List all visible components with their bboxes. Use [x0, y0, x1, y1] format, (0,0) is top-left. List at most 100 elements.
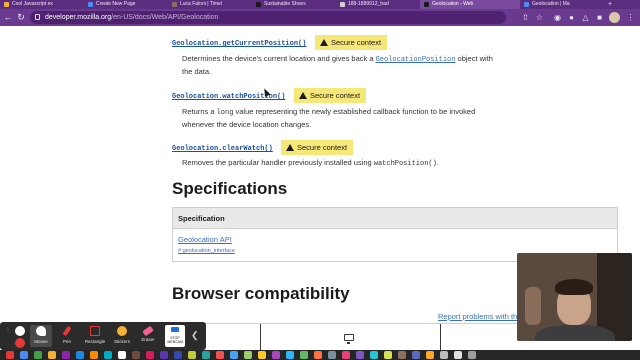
code-long: long	[216, 109, 234, 117]
dock-app-icon[interactable]	[202, 351, 210, 359]
dock-app-icon[interactable]	[146, 351, 154, 359]
desktop-icon	[344, 334, 354, 344]
webcam-person	[555, 279, 593, 295]
webcam-person	[535, 325, 615, 341]
dock-trash-icon[interactable]	[468, 351, 476, 359]
bookmark-star-icon[interactable]: ☆	[534, 12, 545, 23]
share-icon[interactable]: ⇧	[520, 12, 531, 23]
tool-stickers[interactable]: Stickers	[110, 325, 134, 347]
tab-favicon-icon	[524, 2, 529, 7]
dock-app-icon[interactable]	[328, 351, 336, 359]
method-link-clear-watch[interactable]: Geolocation.clearWatch()	[172, 145, 273, 153]
method-link-get-current-position[interactable]: Geolocation.getCurrentPosition()	[172, 40, 306, 48]
extension-icon[interactable]: ■	[594, 12, 605, 23]
dock-app-icon[interactable]	[412, 351, 420, 359]
secure-context-badge: Secure context	[281, 140, 354, 155]
new-tab-plus-icon[interactable]: +	[604, 0, 616, 9]
pen-icon	[62, 325, 72, 337]
dock	[0, 350, 640, 360]
rectangle-icon	[90, 326, 100, 336]
report-problems-link[interactable]: Report problems with this	[438, 312, 523, 321]
dock-app-icon[interactable]	[398, 351, 406, 359]
collapse-chevron-icon[interactable]: ❮	[191, 330, 199, 341]
method-description: Removes the particular handler previousl…	[182, 158, 439, 168]
browser-tab-strip: Cool Javascript ex Create New Page Luca …	[0, 0, 640, 9]
webcam-icon	[171, 327, 179, 332]
tab-favicon-icon	[256, 2, 261, 7]
method-description: Determines the device's current location…	[182, 54, 493, 76]
dock-app-icon[interactable]	[300, 351, 308, 359]
dock-app-icon[interactable]	[454, 351, 462, 359]
dock-app-icon[interactable]	[370, 351, 378, 359]
extension-icon[interactable]: △	[580, 12, 591, 23]
tab-favicon-icon	[172, 2, 177, 7]
secure-context-badge: Secure context	[294, 88, 367, 103]
sticker-smiley-icon	[117, 326, 127, 336]
dock-app-icon[interactable]	[244, 351, 252, 359]
extension-icon[interactable]: ◉	[552, 12, 563, 23]
dock-app-icon[interactable]	[314, 351, 322, 359]
stop-webcam-button[interactable]: STOP WEBCAM	[165, 325, 185, 347]
dock-app-icon[interactable]	[286, 351, 294, 359]
lock-icon	[35, 14, 40, 20]
dock-app-icon[interactable]	[20, 351, 28, 359]
address-url: developer.mozilla.org/en-US/docs/Web/API…	[45, 14, 219, 21]
address-bar[interactable]: developer.mozilla.org/en-US/docs/Web/API…	[30, 11, 506, 24]
dock-app-icon[interactable]	[6, 351, 14, 359]
dock-app-icon[interactable]	[272, 351, 280, 359]
pause-icon[interactable]	[15, 326, 25, 336]
table-column-header: Specification	[173, 208, 617, 229]
tool-pen[interactable]: Pen	[56, 325, 78, 347]
dock-app-icon[interactable]	[62, 351, 70, 359]
mouse-pointer-icon	[36, 326, 46, 336]
dock-app-icon[interactable]	[440, 351, 448, 359]
tab-favicon-icon	[340, 2, 345, 7]
dock-app-icon[interactable]	[356, 351, 364, 359]
dock-app-icon[interactable]	[188, 351, 196, 359]
browser-tab[interactable]: Sustainable Shoes	[252, 0, 336, 9]
reload-icon[interactable]: ↻	[15, 11, 27, 23]
stop-record-icon[interactable]	[15, 338, 25, 348]
tab-favicon-icon	[88, 2, 93, 7]
dock-app-icon[interactable]	[342, 351, 350, 359]
screen: Cool Javascript ex Create New Page Luca …	[0, 0, 640, 360]
geolocation-position-link[interactable]: GeolocationPosition	[376, 56, 456, 64]
browser-tab[interactable]: Create New Page	[84, 0, 168, 9]
tool-mouse[interactable]: Mouse	[30, 325, 52, 347]
avatar[interactable]	[609, 12, 620, 23]
browser-toolbar: ← ↻ developer.mozilla.org/en-US/docs/Web…	[0, 9, 640, 26]
dock-app-icon[interactable]	[76, 351, 84, 359]
dock-app-icon[interactable]	[90, 351, 98, 359]
dock-app-icon[interactable]	[384, 351, 392, 359]
browser-tab[interactable]: Luca Faloni | Timel	[168, 0, 252, 9]
specifications-heading: Specifications	[172, 179, 288, 198]
dock-app-icon[interactable]	[132, 351, 140, 359]
specification-anchor-link[interactable]: # geolocation_interface	[178, 248, 235, 254]
menu-kebab-icon[interactable]: ⋮	[625, 12, 636, 23]
eraser-icon	[142, 325, 154, 337]
drag-handle-icon[interactable]: ⋮	[5, 328, 11, 343]
browser-compatibility-heading: Browser compatibility	[172, 284, 350, 303]
dock-app-icon[interactable]	[104, 351, 112, 359]
dock-app-icon[interactable]	[230, 351, 238, 359]
browser-tab-active[interactable]: Geolocation - Web	[420, 0, 520, 9]
dock-app-icon[interactable]	[48, 351, 56, 359]
browser-tab[interactable]: Geolocation | Ma	[520, 0, 604, 9]
back-arrow-icon[interactable]: ←	[2, 11, 14, 23]
browser-tab[interactable]: 188-1889912_trad	[336, 0, 420, 9]
dock-app-icon[interactable]	[216, 351, 224, 359]
specification-link[interactable]: Geolocation API	[178, 235, 232, 244]
tool-rectangle[interactable]: Rectangle	[82, 325, 108, 347]
tab-favicon-icon	[4, 2, 9, 7]
tab-favicon-icon	[424, 2, 429, 7]
tool-eraser[interactable]: Eraser	[137, 325, 159, 347]
extension-icon[interactable]: ●	[566, 12, 577, 23]
dock-app-icon[interactable]	[426, 351, 434, 359]
webcam-preview[interactable]	[517, 253, 632, 341]
dock-app-icon[interactable]	[174, 351, 182, 359]
browser-tab[interactable]: Cool Javascript ex	[0, 0, 84, 9]
dock-app-icon[interactable]	[160, 351, 168, 359]
dock-app-icon[interactable]	[34, 351, 42, 359]
dock-app-icon[interactable]	[258, 351, 266, 359]
dock-app-icon[interactable]	[118, 351, 126, 359]
